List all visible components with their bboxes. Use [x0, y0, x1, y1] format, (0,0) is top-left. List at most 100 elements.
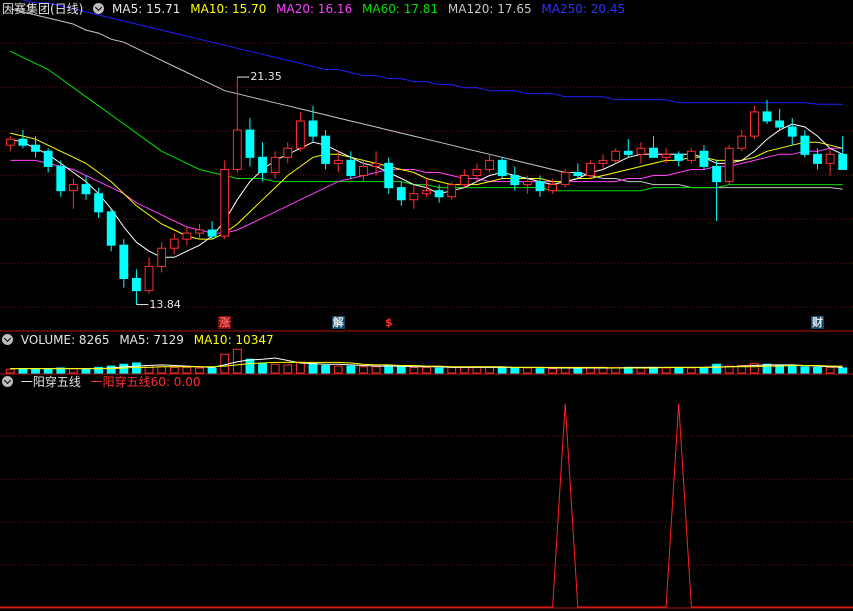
volume-bar: [548, 368, 558, 374]
volume-bar: [838, 367, 848, 374]
candle-body: [144, 265, 154, 292]
chart-canvas: [0, 0, 853, 609]
candle-body: [636, 147, 646, 155]
volume-bar: [775, 365, 785, 374]
volume-bar: [422, 366, 431, 374]
candle-body: [712, 165, 721, 183]
candle-body: [119, 244, 129, 280]
low-price-label: 13.84: [149, 297, 181, 311]
volume-bar: [18, 368, 28, 374]
candle-body: [106, 211, 116, 246]
candle-body: [459, 175, 469, 186]
indicator-panel-header: 一阳穿五线 一阳穿五线60: 0.00: [2, 374, 207, 390]
signal-line: [0, 403, 853, 608]
indicator-name: 一阳穿五线: [20, 375, 81, 389]
collapse-main-icon[interactable]: [93, 3, 105, 14]
candle-body: [157, 247, 167, 267]
candle-body: [5, 138, 15, 146]
main-panel-header: 因赛集团(日线) MA5: 15.71 MA10: 15.70 MA20: 16…: [2, 1, 631, 17]
volume-bar: [384, 365, 394, 374]
candle-body: [396, 187, 406, 201]
event-marker-dollar[interactable]: $: [382, 316, 395, 329]
candle-body: [245, 129, 255, 158]
volume-bar: [43, 368, 53, 374]
candle-body: [409, 193, 419, 201]
stock-title: 因赛集团(日线): [2, 2, 84, 16]
volume-bar: [169, 366, 179, 374]
collapse-volume-icon[interactable]: [2, 334, 13, 345]
candle-body: [31, 144, 40, 152]
candle-body: [333, 159, 343, 164]
volume-bar: [661, 367, 671, 374]
candle-body: [522, 181, 532, 186]
candle-body: [686, 150, 696, 161]
candle-body: [384, 162, 394, 189]
candle-body: [56, 165, 66, 192]
candle-body: [598, 159, 608, 164]
candle-body: [132, 278, 141, 292]
collapse-indicator-icon[interactable]: [2, 376, 13, 387]
volume-bar: [182, 366, 192, 374]
volume-bar: [800, 366, 810, 374]
volume-bar: [586, 367, 595, 374]
indicator-value: 一阳穿五线60: 0.00: [90, 375, 201, 389]
volume-bar: [308, 363, 318, 374]
candle-body: [623, 150, 633, 155]
event-marker-down[interactable]: 解: [331, 316, 345, 329]
candle-body: [295, 120, 305, 149]
candle-body: [169, 238, 179, 249]
candle-body: [207, 229, 217, 237]
volume-bar: [434, 367, 444, 374]
volume-bar: [346, 365, 356, 374]
ma10-legend: MA10: 15.70: [190, 2, 267, 16]
volume-bar: [106, 365, 116, 374]
volume-bar: [674, 367, 684, 374]
volume-bar: [283, 364, 293, 374]
volume-bar: [245, 358, 255, 374]
volume-panel-header: VOLUME: 8265 MA5: 7129 MA10: 10347: [2, 332, 280, 348]
candle-body: [270, 156, 280, 173]
volume-bar: [220, 353, 230, 374]
ma5-legend: MA5: 15.71: [112, 2, 181, 16]
candle-body: [750, 111, 759, 137]
candle-body: [371, 162, 381, 167]
candle-body: [535, 181, 545, 192]
volume-ma5-legend: MA5: 7129: [119, 333, 184, 347]
volume-bar: [510, 367, 520, 374]
volume-bar: [270, 363, 280, 374]
volume-bar: [535, 368, 545, 374]
volume-bar: [258, 362, 267, 374]
stock-chart-window: 因赛集团(日线) MA5: 15.71 MA10: 15.70 MA20: 16…: [0, 0, 853, 611]
high-price-label: 21.35: [250, 70, 282, 84]
volume-bar: [31, 368, 40, 374]
candle-body: [775, 120, 785, 128]
volume-bar: [409, 366, 419, 374]
candle-body: [434, 190, 444, 198]
volume-bar: [81, 368, 91, 374]
volume-bar: [699, 366, 709, 374]
candle-body: [18, 138, 28, 146]
event-marker-up[interactable]: 涨: [218, 316, 232, 329]
volume-bar: [787, 365, 797, 374]
candle-body: [548, 184, 558, 192]
ma120-line: [10, 8, 843, 190]
candle-body: [787, 126, 797, 137]
volume-bar: [813, 366, 822, 374]
candle-body: [308, 120, 318, 137]
candle-body: [611, 150, 621, 161]
candle-body: [283, 147, 293, 158]
volume-bar: [195, 367, 204, 374]
candle-body: [68, 184, 78, 192]
candle-body: [661, 153, 671, 158]
volume-bar: [522, 367, 532, 374]
candle-body: [359, 165, 368, 177]
candle-body: [560, 171, 570, 186]
candle-body: [232, 129, 242, 170]
candle-body: [94, 193, 103, 213]
volume-bar: [573, 367, 583, 374]
event-marker-down[interactable]: 财: [810, 316, 824, 329]
volume-bar: [686, 367, 696, 374]
volume-bar: [68, 368, 78, 374]
volume-ma10-legend: MA10: 10347: [193, 333, 274, 347]
candle-body: [838, 153, 848, 170]
